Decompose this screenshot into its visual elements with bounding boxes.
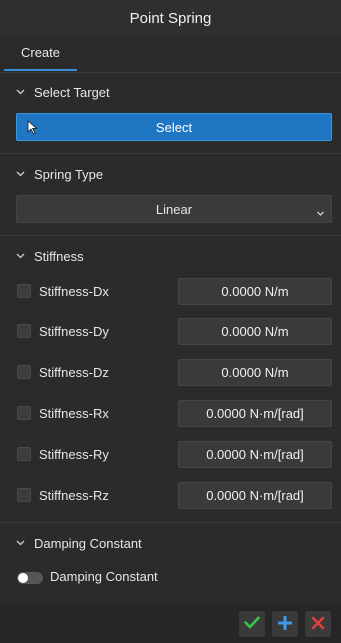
section-title: Damping Constant [34, 535, 142, 551]
section-damping-header[interactable]: Damping Constant [0, 529, 341, 557]
stiffness-row-dx: Stiffness-Dx 0.0000 N/m [0, 278, 341, 306]
stiffness-row-ry: Stiffness-Ry 0.0000 N·m/[rad] [0, 441, 341, 469]
stiffness-rz-input[interactable]: 0.0000 N·m/[rad] [178, 482, 332, 509]
chevron-down-icon [8, 78, 32, 106]
stiffness-row-rz: Stiffness-Rz 0.0000 N·m/[rad] [0, 482, 341, 510]
stiffness-dy-checkbox[interactable] [17, 324, 31, 338]
section-stiffness-header[interactable]: Stiffness [0, 242, 341, 270]
close-icon [311, 616, 325, 633]
toggle-knob [18, 573, 28, 583]
stiffness-row-dz: Stiffness-Dz 0.0000 N/m [0, 359, 341, 387]
section-title: Stiffness [34, 248, 84, 264]
footer-bar [0, 605, 341, 643]
stiffness-rz-checkbox[interactable] [17, 488, 31, 502]
stiffness-rx-input[interactable]: 0.0000 N·m/[rad] [178, 400, 332, 427]
select-button[interactable]: Select [16, 113, 332, 141]
stiffness-ry-label: Stiffness-Ry [39, 447, 109, 462]
section-spring-type-header[interactable]: Spring Type [0, 160, 341, 188]
stiffness-dz-label: Stiffness-Dz [39, 365, 109, 380]
damping-toggle[interactable] [17, 572, 43, 584]
chevron-down-icon [8, 160, 32, 188]
stiffness-dx-label: Stiffness-Dx [39, 284, 109, 299]
tab-create[interactable]: Create [4, 36, 77, 71]
spring-type-dropdown[interactable]: Linear [16, 195, 332, 223]
stiffness-rx-checkbox[interactable] [17, 406, 31, 420]
chevron-down-icon [316, 205, 325, 220]
check-icon [244, 616, 260, 632]
stiffness-dy-label: Stiffness-Dy [39, 324, 109, 339]
spring-type-value: Linear [155, 201, 193, 217]
ok-button[interactable] [239, 611, 265, 637]
chevron-down-icon [8, 242, 32, 270]
stiffness-dz-input[interactable]: 0.0000 N/m [178, 359, 332, 386]
stiffness-dy-input[interactable]: 0.0000 N/m [178, 318, 332, 345]
plus-icon [277, 615, 293, 634]
section-select-target-header[interactable]: Select Target [0, 78, 341, 106]
window-title: Point Spring [0, 0, 341, 36]
stiffness-row-dy: Stiffness-Dy 0.0000 N/m [0, 318, 341, 346]
stiffness-ry-checkbox[interactable] [17, 447, 31, 461]
chevron-down-icon [8, 529, 32, 557]
section-title: Spring Type [34, 166, 104, 182]
divider [0, 235, 341, 236]
stiffness-dx-input[interactable]: 0.0000 N/m [178, 278, 332, 305]
divider [0, 522, 341, 523]
select-button-label: Select [155, 119, 193, 135]
tab-bar: Create [0, 36, 341, 73]
cancel-button[interactable] [305, 611, 331, 637]
stiffness-rx-label: Stiffness-Rx [39, 406, 109, 421]
stiffness-rz-label: Stiffness-Rz [39, 488, 109, 503]
damping-toggle-label: Damping Constant [50, 569, 158, 584]
cursor-icon [27, 120, 38, 138]
stiffness-dz-checkbox[interactable] [17, 365, 31, 379]
divider [0, 153, 341, 154]
stiffness-row-rx: Stiffness-Rx 0.0000 N·m/[rad] [0, 400, 341, 428]
stiffness-ry-input[interactable]: 0.0000 N·m/[rad] [178, 441, 332, 468]
stiffness-dx-checkbox[interactable] [17, 284, 31, 298]
section-title: Select Target [34, 84, 110, 100]
add-button[interactable] [272, 611, 298, 637]
